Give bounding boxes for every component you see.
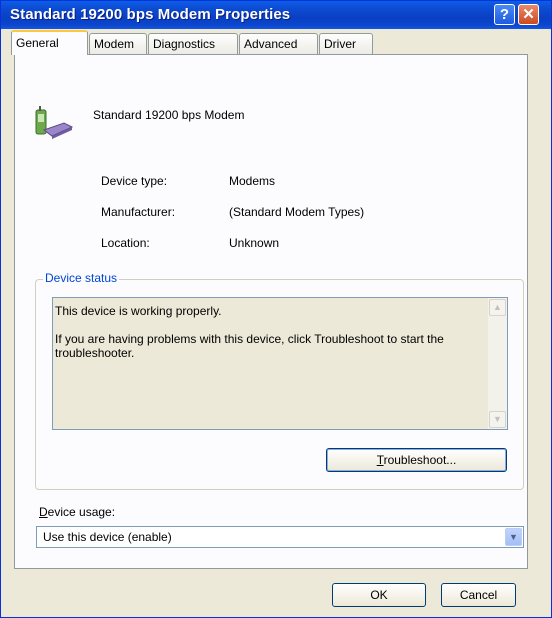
- manufacturer-label: Manufacturer:: [101, 205, 176, 219]
- usage-label-text: evice usage:: [47, 505, 116, 519]
- tab-driver[interactable]: Driver: [319, 33, 373, 54]
- modem-icon: [35, 106, 74, 139]
- close-button[interactable]: ✕: [518, 4, 539, 25]
- cancel-button[interactable]: Cancel: [441, 583, 516, 607]
- device-usage-label: Device usage:: [39, 505, 115, 519]
- tab-diagnostics[interactable]: Diagnostics: [148, 33, 238, 54]
- scroll-up-icon[interactable]: ▲: [489, 299, 506, 316]
- device-status-text: This device is working properly. If you …: [55, 304, 475, 374]
- status-line-2: If you are having problems with this dev…: [55, 332, 444, 360]
- ok-button[interactable]: OK: [332, 583, 426, 607]
- title-bar[interactable]: Standard 19200 bps Modem Properties ? ✕: [1, 1, 551, 29]
- device-usage-value: Use this device (enable): [43, 530, 172, 544]
- window-title: Standard 19200 bps Modem Properties: [10, 6, 291, 23]
- tab-modem[interactable]: Modem: [89, 33, 147, 54]
- help-button[interactable]: ?: [494, 4, 515, 25]
- location-value: Unknown: [229, 236, 280, 250]
- troubleshoot-button[interactable]: Troubleshoot...: [326, 448, 507, 472]
- troubleshoot-label: roubleshoot...: [383, 453, 457, 467]
- device-name: Standard 19200 bps Modem: [93, 108, 245, 122]
- chevron-down-icon[interactable]: ▼: [505, 528, 522, 546]
- tab-advanced[interactable]: Advanced: [239, 33, 318, 54]
- device-usage-select[interactable]: Use this device (enable) ▼: [36, 526, 524, 548]
- manufacturer-value: (Standard Modem Types): [229, 205, 365, 219]
- device-type-label: Device type:: [101, 174, 168, 188]
- troubleshoot-mnemonic: T: [376, 453, 384, 467]
- scroll-down-icon[interactable]: ▼: [489, 411, 506, 428]
- location-label: Location:: [101, 236, 150, 250]
- device-status-label: Device status: [43, 271, 120, 285]
- status-scrollbar[interactable]: ▲ ▼: [488, 298, 507, 429]
- close-icon: ✕: [522, 6, 535, 23]
- status-line-1: This device is working properly.: [55, 304, 222, 318]
- help-icon: ?: [499, 6, 510, 23]
- device-type-value: Modems: [229, 174, 276, 188]
- usage-mnemonic: D: [39, 505, 48, 519]
- tab-general[interactable]: General: [11, 30, 88, 55]
